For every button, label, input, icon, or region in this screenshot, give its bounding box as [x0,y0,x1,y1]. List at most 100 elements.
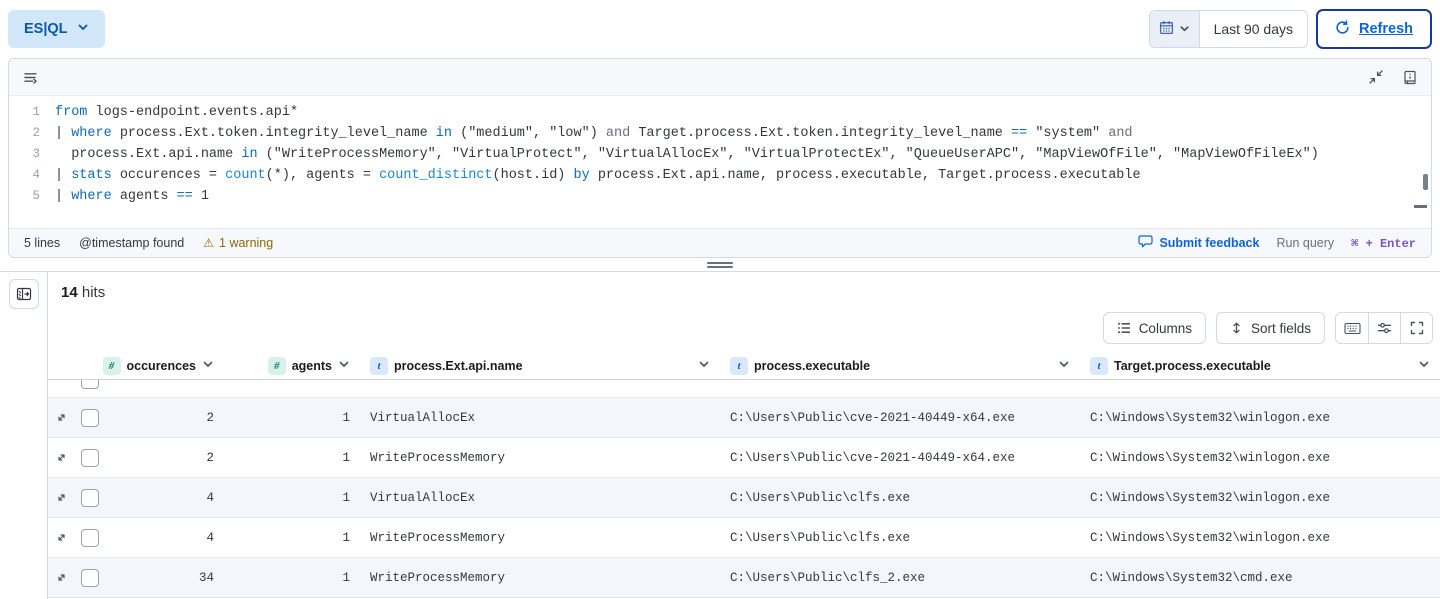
timestamp-status: @timestamp found [79,236,184,250]
editor-header [9,59,1431,96]
row-checkbox[interactable] [81,449,99,467]
cell-agents: 1 [224,571,360,585]
row-checkbox[interactable] [81,489,99,507]
table-row: 41WriteProcessMemoryC:\Users\Public\clfs… [48,518,1440,558]
code-editor[interactable]: 1from logs-endpoint.events.api*2| where … [9,96,1431,228]
expand-row-icon[interactable] [48,491,74,504]
esql-editor: 1from logs-endpoint.events.api*2| where … [8,58,1432,258]
warning-label: 1 warning [219,236,273,250]
editor-scrollbar-thumb[interactable] [1423,174,1428,190]
feedback-bubble-icon [1138,235,1153,251]
code-line: 2| where process.Ext.token.integrity_lev… [9,123,1431,144]
time-range-display[interactable]: Last 90 days [1200,11,1307,47]
run-query-shortcut: ⌘ + Enter [1351,236,1416,251]
cell-process.executable: C:\Users\Public\clfs.exe [720,531,1080,545]
code-line: 5| where agents == 1 [9,186,1431,207]
column-label: process.Ext.api.name [394,359,523,373]
cell-Target.process.executable: C:\Windows\System32\winlogon.exe [1080,531,1440,545]
row-checkbox[interactable] [81,569,99,587]
wrap-lines-icon[interactable] [23,70,38,85]
chevron-down-icon [338,358,350,373]
cell-Target.process.executable: C:\Windows\System32\winlogon.exe [1080,411,1440,425]
cell-occurences: 2 [106,451,224,465]
table-row: 21VirtualAllocExC:\Users\Public\cve-2021… [48,398,1440,438]
sort-arrows-icon [1230,321,1243,335]
number-field-icon: # [268,357,286,375]
open-fields-sidebar-icon[interactable] [9,279,39,309]
line-number: 4 [9,165,55,186]
hits-summary: 14 hits [48,272,1440,304]
row-checkbox[interactable] [81,380,99,389]
refresh-icon [1335,20,1350,39]
expand-row-icon[interactable] [48,531,74,544]
row-checkbox[interactable] [81,529,99,547]
column-label: occurences [127,359,196,373]
fullscreen-icon[interactable] [1400,313,1432,343]
number-field-icon: # [103,357,121,375]
cell-agents: 1 [224,411,360,425]
run-query-label: Run query [1276,236,1334,250]
line-number: 5 [9,186,55,207]
submit-feedback-label: Submit feedback [1159,236,1259,250]
results-grid: #occurences#agentstprocess.Ext.api.namet… [48,352,1440,599]
sort-fields-label: Sort fields [1251,321,1311,336]
table-row-partial [48,380,1440,398]
sort-fields-button[interactable]: Sort fields [1216,312,1325,344]
expand-row-icon[interactable] [48,571,74,584]
refresh-button[interactable]: Refresh [1316,9,1432,49]
column-header-process.executable[interactable]: tprocess.executable [720,352,1080,379]
sidebar-rail [0,272,48,599]
grid-display-controls [1335,312,1433,344]
cell-process.Ext.api.name: VirtualAllocEx [360,491,720,505]
results-main: 14 hits Columns Sort fields [48,272,1440,599]
submit-feedback-button[interactable]: Submit feedback [1138,235,1259,251]
table-row: 341WriteProcessMemoryC:\Users\Public\clf… [48,558,1440,598]
cell-Target.process.executable: C:\Windows\System32\winlogon.exe [1080,491,1440,505]
documentation-icon[interactable] [1403,70,1417,85]
display-options-icon[interactable] [1368,313,1400,343]
column-header-occurences[interactable]: # occurences [106,352,224,379]
expand-row-icon[interactable] [48,451,74,464]
table-row: 21WriteProcessMemoryC:\Users\Public\cve-… [48,438,1440,478]
list-icon [1117,321,1131,335]
cell-process.executable: C:\Users\Public\cve-2021-40449-x64.exe [720,411,1080,425]
column-header-process.Ext.api.name[interactable]: t process.Ext.api.name [360,352,720,379]
columns-button[interactable]: Columns [1103,312,1206,344]
hits-count: 14 [61,284,78,301]
column-label: agents [292,359,332,373]
column-header-agents[interactable]: # agents [224,352,360,379]
panel-resize-handle[interactable] [707,262,733,268]
cell-occurences: 4 [106,531,224,545]
time-range-label: Last 90 days [1214,21,1293,37]
string-field-icon: t [1090,357,1108,375]
warning-indicator[interactable]: ⚠ 1 warning [203,236,273,250]
grid-toolbar: Columns Sort fields [48,304,1440,352]
cell-process.Ext.api.name: WriteProcessMemory [360,451,720,465]
date-picker: Last 90 days [1149,10,1308,48]
minimize-editor-icon[interactable] [1369,70,1383,84]
cell-process.Ext.api.name: WriteProcessMemory [360,571,720,585]
code-text: process.Ext.api.name in ("WriteProcessMe… [55,144,1319,165]
row-checkbox[interactable] [81,409,99,427]
cell-process.Ext.api.name: WriteProcessMemory [360,531,720,545]
grid-body: 2 1 VirtualAllocEx C:\Users\Public\cve-2021… [48,380,1440,599]
grid-header: #occurences#agentstprocess.Ext.api.namet… [48,352,1440,380]
warning-icon: ⚠ [203,236,214,250]
column-header-Target.process.executable[interactable]: tTarget.process.executable [1080,352,1440,379]
esql-mode-button[interactable]: ES|QL [8,10,105,48]
top-bar: ES|QL Last 90 days Refresh [0,0,1440,58]
keyboard-shortcuts-icon[interactable] [1336,313,1368,343]
code-line: 4| stats occurences = count(*), agents =… [9,165,1431,186]
quick-select-button[interactable] [1150,11,1200,47]
code-text: | stats occurences = count(*), agents = … [55,165,1141,186]
calendar-icon [1159,20,1174,38]
columns-label: Columns [1139,321,1192,336]
chevron-down-icon [1058,358,1070,373]
cell-occurences: 34 [106,571,224,585]
string-field-icon: t [370,357,388,375]
code-line: 3 process.Ext.api.name in ("WriteProcess… [9,144,1431,165]
cell-process.executable: C:\Users\Public\clfs_2.exe [720,571,1080,585]
expand-row-icon[interactable] [48,411,74,424]
hits-label: hits [82,284,105,301]
refresh-label: Refresh [1359,21,1413,37]
